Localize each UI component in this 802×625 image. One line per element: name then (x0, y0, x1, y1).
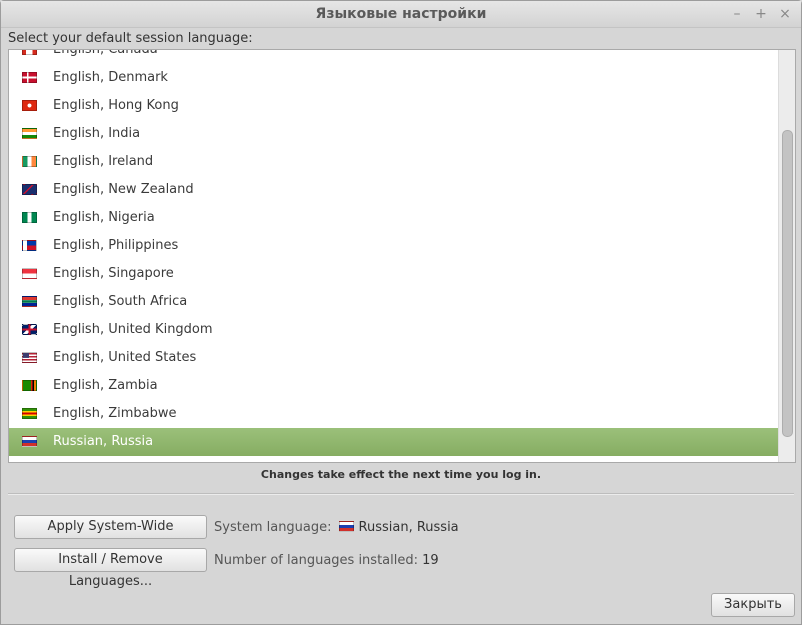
south-africa-flag-icon (22, 296, 37, 307)
language-label: English, India (53, 126, 141, 141)
close-window-button[interactable]: × (776, 5, 794, 23)
language-label: English, Hong Kong (53, 98, 179, 113)
separator (8, 493, 794, 495)
united-states-flag-icon (22, 352, 37, 363)
language-label: English, Denmark (53, 70, 168, 85)
language-row[interactable]: English, India (9, 120, 779, 148)
language-label: English, Canada (53, 49, 158, 57)
system-language-value: Russian, Russia (358, 520, 459, 535)
language-row[interactable]: English, South Africa (9, 288, 779, 316)
language-row[interactable]: English, Zambia (9, 372, 779, 400)
language-label: English, South Africa (53, 294, 188, 309)
language-label: English, Philippines (53, 238, 179, 253)
singapore-flag-icon (22, 268, 37, 279)
language-settings-window: Языковые настройки – + × Select your def… (0, 0, 802, 625)
nigeria-flag-icon (22, 212, 37, 223)
window-title: Языковые настройки (315, 6, 487, 22)
apply-system-wide-button[interactable]: Apply System-Wide (14, 515, 207, 539)
language-row[interactable]: English, Zimbabwe (9, 400, 779, 428)
system-language-info: System language: Russian, Russia (214, 520, 459, 535)
language-label: English, Singapore (53, 266, 174, 281)
language-row[interactable]: English, United States (9, 344, 779, 372)
denmark-flag-icon (22, 72, 37, 83)
close-button[interactable]: Закрыть (711, 593, 795, 617)
russia-flag-icon (338, 521, 354, 532)
language-row[interactable]: English, Denmark (9, 64, 779, 92)
language-row[interactable]: English, Nigeria (9, 204, 779, 232)
new-zealand-flag-icon (22, 184, 37, 195)
ireland-flag-icon (22, 156, 37, 167)
zimbabwe-flag-icon (22, 408, 37, 419)
scrollbar-thumb[interactable] (782, 130, 793, 437)
system-language-label: System language: (214, 520, 332, 535)
language-row[interactable]: English, United Kingdom (9, 316, 779, 344)
language-label: English, United States (53, 350, 197, 365)
language-row[interactable]: English, Singapore (9, 260, 779, 288)
language-label: Russian, Russia (53, 434, 154, 449)
language-rows: English, Canada English, Denmark English, … (9, 49, 779, 456)
language-label: English, Nigeria (53, 210, 155, 225)
language-row[interactable]: English, Ireland (9, 148, 779, 176)
united-kingdom-flag-icon (22, 324, 37, 335)
language-label: English, Zimbabwe (53, 406, 177, 421)
scrollbar[interactable] (778, 50, 795, 462)
restart-notice: Changes take effect the next time you lo… (260, 468, 542, 481)
russia-flag-icon (22, 436, 37, 447)
language-row[interactable]: Russian, Russia (9, 428, 779, 456)
india-flag-icon (22, 128, 37, 139)
zambia-flag-icon (22, 380, 37, 391)
language-list[interactable]: English, Canada English, Denmark English, … (8, 49, 796, 463)
title-bar[interactable]: Языковые настройки – + × (1, 1, 801, 28)
language-label: English, New Zealand (53, 182, 194, 197)
canada-flag-icon (22, 50, 37, 55)
language-label: English, Zambia (53, 378, 158, 393)
installed-count-label: Number of languages installed: (214, 553, 418, 568)
language-prompt: Select your default session language: (8, 31, 253, 46)
installed-count-info: Number of languages installed: 19 (214, 553, 439, 568)
language-row[interactable]: English, Hong Kong (9, 92, 779, 120)
language-row[interactable]: English, Philippines (9, 232, 779, 260)
minimize-button[interactable]: – (728, 5, 746, 23)
language-label: English, Ireland (53, 154, 154, 169)
language-row[interactable]: English, Canada (9, 49, 779, 64)
language-row[interactable]: English, New Zealand (9, 176, 779, 204)
installed-count-value: 19 (422, 553, 439, 568)
maximize-button[interactable]: + (752, 5, 770, 23)
language-label: English, United Kingdom (53, 322, 213, 337)
install-remove-languages-button[interactable]: Install / Remove Languages... (14, 548, 207, 589)
hong-kong-flag-icon (22, 100, 37, 111)
philippines-flag-icon (22, 240, 37, 251)
